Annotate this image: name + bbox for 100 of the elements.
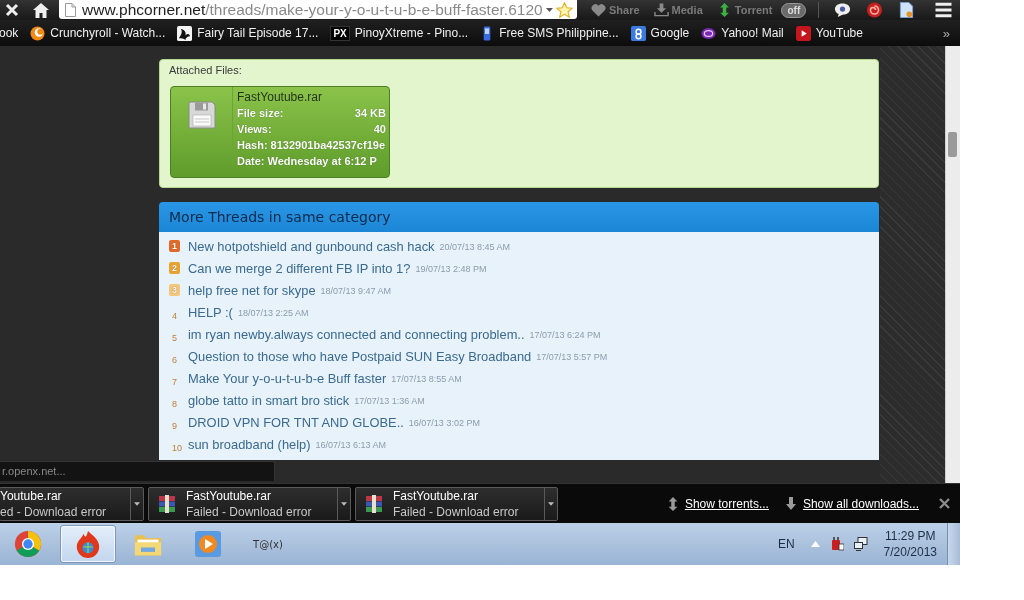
more-bookmarks-button[interactable]: »: [942, 25, 950, 41]
bookmark-link[interactable]: ook: [0, 26, 19, 40]
clock-time: 11:29 PM: [885, 529, 936, 543]
document-icon[interactable]: [898, 2, 916, 18]
bookmark-link[interactable]: Google: [630, 25, 690, 41]
speech-bubble-icon[interactable]: [834, 2, 852, 18]
thread-date: 18/07/13 2:25 AM: [237, 308, 309, 318]
download-icon: [653, 3, 669, 17]
plug-icon[interactable]: [829, 537, 844, 551]
extension-label[interactable]: Torrent: [734, 4, 773, 16]
crescent-logo-icon: [30, 25, 46, 41]
dropdown-button[interactable]: [130, 487, 143, 520]
attached-files-label: Attached Files:: [169, 64, 243, 76]
rank-number: 8: [172, 399, 177, 409]
spiral-icon[interactable]: [866, 2, 884, 18]
toggle-switch[interactable]: off: [781, 2, 807, 18]
field-value: 40: [373, 123, 386, 136]
round-logo-icon: [14, 530, 42, 558]
book-stack-icon: [365, 494, 383, 513]
thread-date: 17/07/13 1:36 AM: [354, 396, 425, 406]
clock[interactable]: 11:29 PM 7/20/2013: [883, 529, 937, 559]
taskbar-button[interactable]: [60, 525, 116, 563]
caret-icon: [341, 501, 347, 506]
download-item[interactable]: FastYoutube.rar Failed - Download error: [148, 486, 351, 521]
oval-logo-icon: [701, 25, 717, 41]
thread-link[interactable]: sun broadband (help): [188, 436, 311, 452]
thread-date: 17/07/13 8:55 AM: [391, 374, 462, 384]
thread-link[interactable]: Make Your y-o-u-t-u-b-e Buff faster: [188, 370, 387, 386]
bookmark-link[interactable]: Yahoo! Mail: [701, 25, 784, 41]
download-status: Failed - Download error: [393, 504, 520, 519]
emblem-icon: [177, 25, 193, 41]
rank-number: 6: [172, 355, 177, 365]
scrollbar-track[interactable]: [945, 46, 960, 483]
download-link[interactable]: Show all downloads...: [784, 496, 919, 511]
thread-link[interactable]: New hotpotshield and gunbound cash hack: [188, 238, 435, 254]
menu-icon[interactable]: [935, 2, 952, 18]
square-logo-icon: [630, 25, 646, 41]
thread-link[interactable]: Question to those who have Postpaid SUN Easy Broadband: [188, 348, 532, 364]
dropdown-button[interactable]: [337, 487, 350, 520]
thread-link[interactable]: DROID VPN FOR TNT AND GLOBE..: [188, 414, 404, 430]
attachment-card[interactable]: FastYoutube.rar File size: 34 KB Views: 40 Hash: 8132901ba42537cf19e Date: Wednesday at 6:12 P: [170, 86, 390, 178]
home-icon[interactable]: [33, 2, 49, 18]
download-item[interactable]: Youtube.rar ed - Download error: [0, 486, 144, 521]
download-status: Failed - Download error: [186, 504, 313, 519]
star-icon[interactable]: [556, 1, 573, 18]
rank-number: 9: [172, 421, 177, 431]
file-info-text: Hash: 8132901ba42537cf19e: [237, 139, 386, 152]
rank-number: 10: [172, 443, 182, 453]
extension-label[interactable]: Media: [671, 4, 703, 16]
phone-icon: [483, 25, 492, 41]
caret-icon: [548, 501, 554, 506]
download-link[interactable]: Show torrents...: [666, 496, 769, 511]
rank-badge: 1: [169, 240, 180, 252]
thread-date: 16/07/13 6:13 AM: [315, 440, 387, 450]
rank-number: 4: [172, 311, 177, 321]
close-icon[interactable]: [939, 498, 950, 509]
section-title: More Threads in same category: [169, 209, 391, 225]
thread-date: 19/07/13 2:48 PM: [415, 264, 487, 274]
bookmark-link[interactable]: Crunchyroll - Watch...: [30, 25, 166, 41]
extension-label[interactable]: Share: [609, 4, 640, 16]
field-value: 34 KB: [354, 107, 386, 120]
thread-date: 18/07/13 9:47 AM: [320, 286, 392, 296]
bookmark-link[interactable]: PX PinoyXtreme - Pino...: [330, 25, 469, 41]
caret-icon: [134, 501, 140, 506]
rank-badge: 2: [169, 262, 180, 274]
play-icon: [194, 530, 222, 558]
rank-number: 7: [172, 377, 177, 387]
download-item[interactable]: FastYoutube.rar Failed - Download error: [355, 486, 558, 521]
file-name: FastYoutube.rar: [186, 488, 272, 503]
language-indicator[interactable]: EN: [777, 537, 795, 551]
field-label: File size:: [237, 107, 284, 120]
favicon-label: PX: [330, 25, 350, 41]
thread-date: 17/07/13 6:24 PM: [529, 330, 601, 340]
file-name: FastYoutube.rar: [393, 488, 479, 503]
dropdown-button[interactable]: [544, 487, 557, 520]
bookmark-link[interactable]: Free SMS Philippine...: [480, 25, 619, 41]
bookmark-link[interactable]: Fairy Tail Episode 17...: [177, 25, 319, 41]
play-icon: [795, 25, 811, 41]
thread-link[interactable]: HELP :(: [188, 304, 233, 320]
status-bubble: r.openx.net...: [0, 461, 275, 481]
thread-link[interactable]: help free net for skype: [188, 282, 316, 298]
field-label: Views:: [237, 123, 272, 136]
thread-date: 17/07/13 5:57 PM: [536, 352, 608, 362]
scrollbar-thumb[interactable]: [948, 132, 957, 157]
caret-icon: [546, 7, 553, 12]
thread-date: 20/07/13 8:45 AM: [439, 242, 511, 252]
book-stack-icon: [158, 494, 176, 513]
network-icon[interactable]: [853, 537, 868, 551]
thread-link[interactable]: Can we merge 2 different FB IP into 1?: [188, 260, 411, 276]
bookmark-link[interactable]: YouTube: [795, 25, 863, 41]
down-arrow-icon: [784, 496, 797, 511]
thread-date: 16/07/13 3:02 PM: [408, 418, 480, 428]
file-name: Youtube.rar: [0, 488, 63, 503]
rank-badge: 3: [169, 284, 180, 296]
taskbar-button[interactable]: T@(x): [240, 525, 296, 563]
thread-link[interactable]: globe tatto in smart bro stick: [188, 392, 350, 408]
flame-globe-icon: [74, 530, 102, 558]
file-name: FastYoutube.rar: [237, 90, 323, 104]
file-info-text: Date: Wednesday at 6:12 P: [237, 155, 378, 168]
thread-link[interactable]: im ryan newby.always connected and connecting problem..: [188, 326, 525, 342]
